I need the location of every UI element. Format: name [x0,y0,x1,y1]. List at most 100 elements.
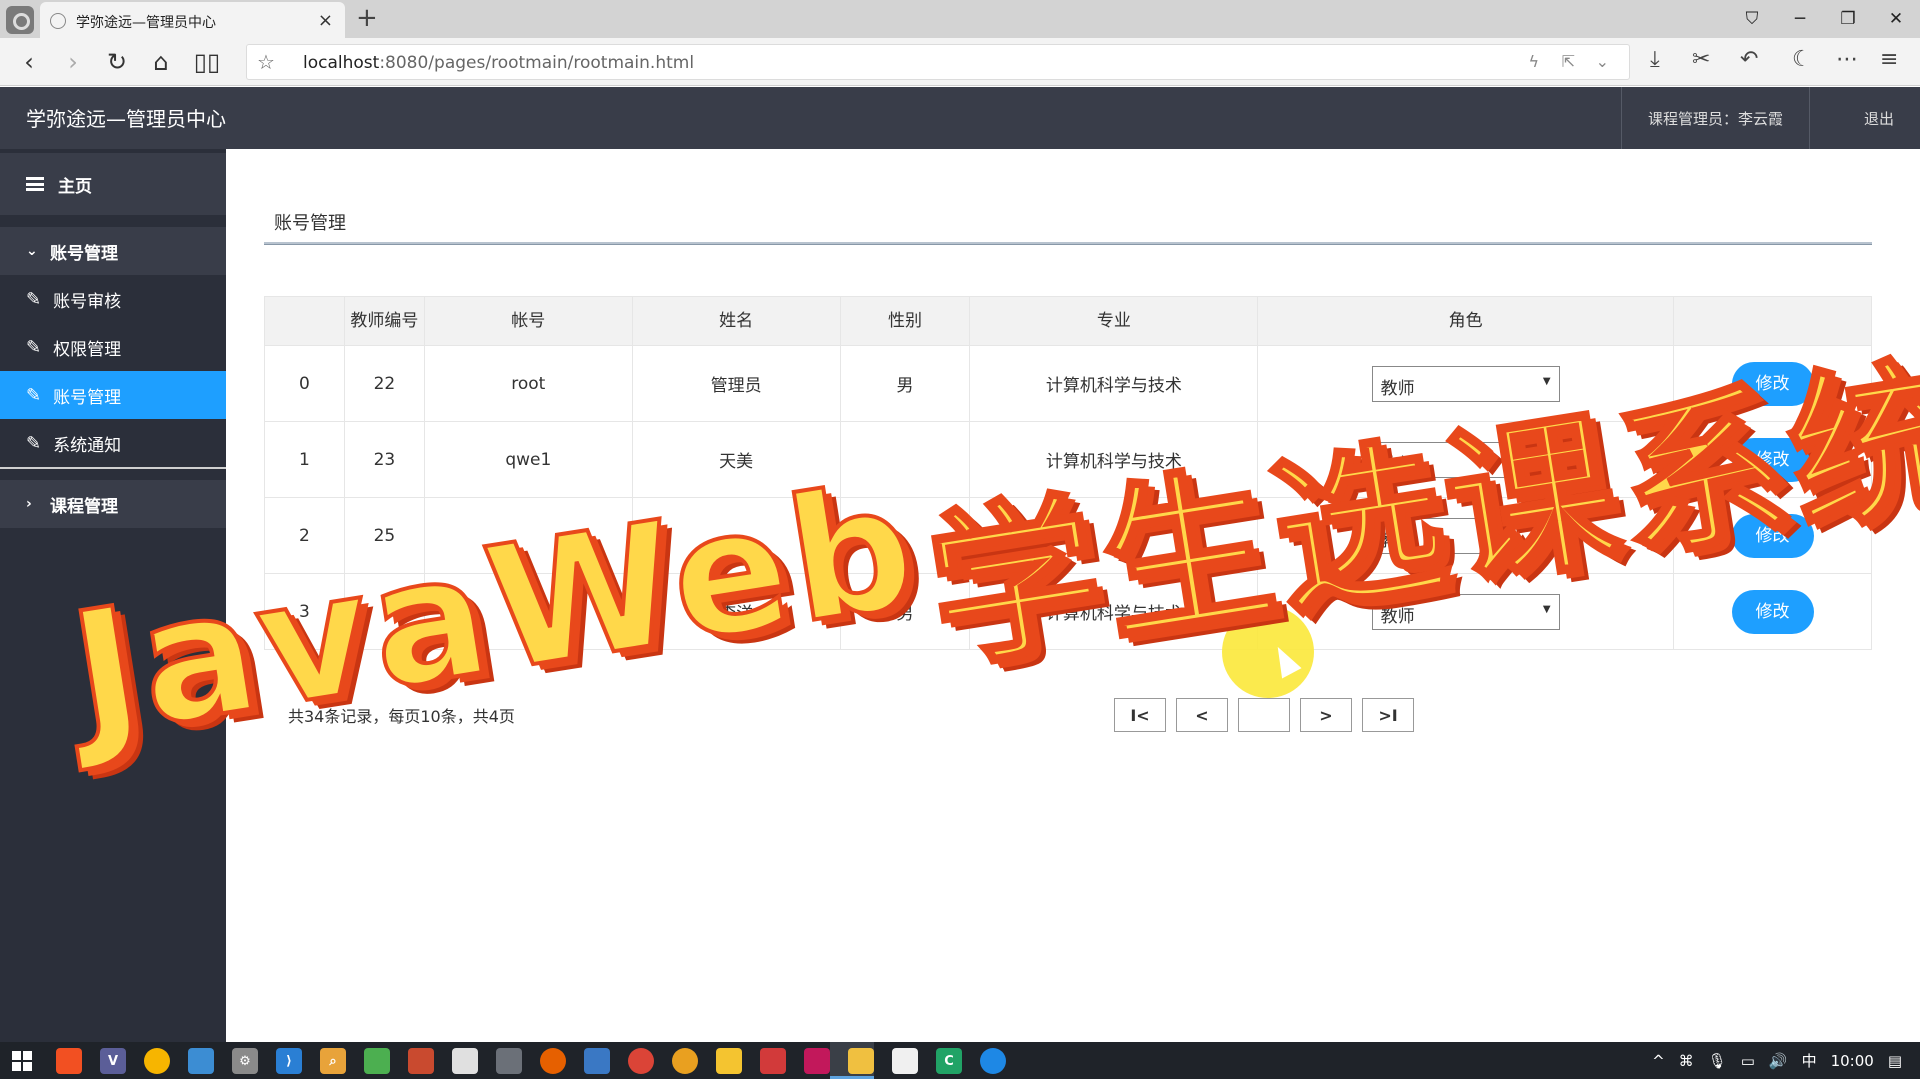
address-bar: ‹ › ↻ ⌂ ▯▯ ☆ localhost:8080/pages/rootma… [0,38,1920,86]
tray-expand-icon[interactable]: ^ [1652,1052,1665,1070]
settings-icon[interactable]: ⚙ [232,1048,258,1074]
sidebar-group-course[interactable]: › 课程管理 [0,480,226,528]
network-icon[interactable]: ⌘ [1679,1052,1694,1070]
major [969,497,1259,574]
table-row: 1 23 qwe1 天美 计算机科学与技术 教师 ▼ 修改 [264,421,1872,498]
chrome-icon[interactable] [628,1048,654,1074]
sidebar-group-label: 课程管理 [50,496,118,517]
download-icon[interactable]: ⤓ [1650,47,1660,72]
name [631,497,841,574]
sidebar-item-audit[interactable]: ✎ 账号审核 [0,275,226,323]
notification-icon[interactable]: ▤ [1888,1052,1902,1070]
app-icon[interactable] [716,1048,742,1074]
sidebar-item-notice[interactable]: ✎ 系统通知 [0,419,226,467]
undo-icon[interactable]: ↶ [1740,47,1758,72]
lightning-icon[interactable]: ϟ [1528,52,1539,71]
windows-start-icon[interactable] [12,1051,32,1071]
gender [839,497,971,574]
app-icon[interactable] [892,1048,918,1074]
sidebar-item-label: 账号审核 [53,291,122,312]
app-icon[interactable] [496,1048,522,1074]
account [423,497,633,574]
ime-indicator[interactable]: 中 [1802,1050,1817,1071]
volume-icon[interactable]: 🔊 [1769,1052,1788,1070]
role-value: 教师 [1380,378,1415,399]
role-select[interactable]: 教师 ▼ [1371,593,1560,630]
app-icon[interactable] [408,1048,434,1074]
refresh-icon[interactable]: ↻ [102,47,132,77]
forward-icon[interactable]: › [58,47,88,77]
action-cell: 修改 [1673,497,1872,574]
role-cell: 教师 ▼ [1257,421,1675,498]
search-icon[interactable]: ⌕ [320,1048,346,1074]
url-field[interactable]: ☆ localhost:8080/pages/rootmain/rootmain… [246,44,1630,80]
close-window-button[interactable]: ✕ [1872,0,1920,38]
browser-logo-icon[interactable] [6,6,34,34]
dropdown-icon[interactable]: ⌄ [1596,52,1609,71]
cut-icon[interactable]: ✂ [1692,47,1710,72]
records-summary: 共34条记录，每页10条，共4页 [288,707,515,726]
vscode-icon[interactable]: ⟩ [276,1048,302,1074]
night-mode-icon[interactable]: ☾ [1792,47,1812,72]
browser-tab[interactable]: 学弥途远—管理员中心 × [40,2,345,38]
app-icon[interactable] [56,1048,82,1074]
app-icon[interactable] [584,1048,610,1074]
teacher-id: 25 [343,497,425,574]
major: 计算机科学与技术 [969,345,1259,422]
bookmark-star-icon[interactable]: ☆ [257,50,275,74]
clock[interactable]: 10:00 [1831,1052,1874,1070]
intellij-icon[interactable] [804,1048,830,1074]
sidebar-item-account[interactable]: ✎ 账号管理 [0,371,226,419]
edit-button[interactable]: 修改 [1731,361,1814,406]
prev-page-button[interactable]: < [1176,698,1228,732]
sidebar-item-permission[interactable]: ✎ 权限管理 [0,323,226,371]
notepad-icon[interactable] [452,1048,478,1074]
column-header-account: 帐号 [423,296,633,346]
restore-button[interactable]: ❐ [1824,0,1872,38]
app-icon[interactable] [188,1048,214,1074]
column-header-action [1673,296,1872,346]
firefox-icon[interactable] [540,1048,566,1074]
page-number-input[interactable] [1238,698,1290,732]
battery-icon[interactable]: ▭ [1741,1052,1755,1070]
chevron-right-icon: › [26,496,32,512]
tab-close-icon[interactable]: × [318,10,333,31]
role-select[interactable]: 教师 ▼ [1371,365,1560,402]
next-page-button[interactable]: > [1300,698,1352,732]
vs-icon[interactable]: V [100,1048,126,1074]
pencil-icon: ✎ [26,432,42,454]
reader-icon[interactable]: ▯▯ [192,47,222,77]
folder-icon[interactable] [848,1048,874,1074]
app-icon[interactable] [364,1048,390,1074]
edit-button[interactable]: 修改 [1731,513,1814,558]
microphone-icon[interactable]: 🎙 [1708,1052,1727,1070]
back-icon[interactable]: ‹ [14,47,44,77]
edit-button[interactable]: 修改 [1731,589,1814,634]
url-text: localhost:8080/pages/rootmain/rootmain.h… [303,53,695,73]
first-page-button[interactable]: I< [1114,698,1166,732]
new-tab-button[interactable]: + [356,3,378,33]
major: 计算机科学与技术 [969,573,1259,650]
sidebar-item-label: 系统通知 [53,435,122,456]
last-page-button[interactable]: >I [1362,698,1414,732]
skin-icon[interactable]: ⛉ [1728,0,1776,38]
edit-button[interactable]: 修改 [1731,437,1814,482]
sidebar-group-account[interactable]: ⌄ 账号管理 [0,227,226,275]
share-icon[interactable]: ⇱ [1562,52,1575,71]
app-icon[interactable] [760,1048,786,1074]
menu-icon[interactable]: ≡ [1880,47,1898,72]
action-cell: 修改 [1673,421,1872,498]
sidebar-item-home[interactable]: 主页 [0,153,226,215]
minimize-button[interactable]: ─ [1776,0,1824,38]
app-icon[interactable] [144,1048,170,1074]
home-icon[interactable]: ⌂ [146,47,176,77]
app-icon[interactable]: C [936,1048,962,1074]
sidebar: 主页 ⌄ 账号管理 ✎ 账号审核 ✎ 权限管理 ✎ 账号管理 ✎ 系统通知 › … [0,149,226,1042]
logout-link[interactable]: 退出 [1864,108,1894,129]
chrome-canary-icon[interactable] [672,1048,698,1074]
browser-icon[interactable] [980,1048,1006,1074]
role-select[interactable]: 教师 ▼ [1371,517,1560,554]
role-select[interactable]: 教师 ▼ [1371,441,1560,478]
major: 计算机科学与技术 [969,421,1259,498]
more-icon[interactable]: ⋯ [1836,47,1858,72]
